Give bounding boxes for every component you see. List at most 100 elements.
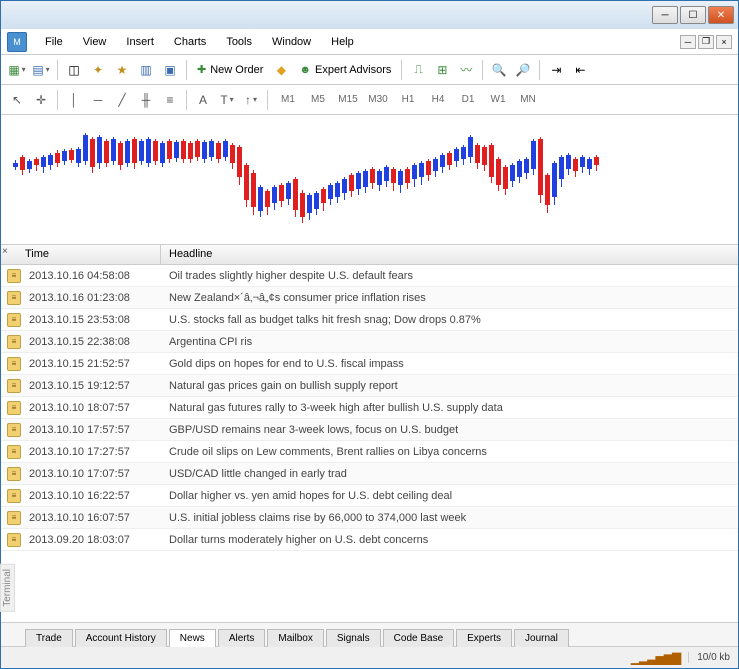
news-headline: U.S. initial jobless claims rise by 66,0… [161,512,738,524]
titlebar: ─ ☐ ✕ [1,1,738,29]
menu-charts[interactable]: Charts [164,33,216,51]
news-row[interactable]: ≡2013.10.10 16:07:57U.S. initial jobless… [1,507,738,529]
data-window-icon[interactable]: ▣ [160,60,180,80]
news-row[interactable]: ≡2013.09.20 18:03:07Dollar turns moderat… [1,529,738,551]
timeframe-d1[interactable]: D1 [454,91,482,109]
window-minimize-button[interactable]: ─ [652,6,678,24]
news-headline: U.S. stocks fall as budget talks hit fre… [161,314,738,326]
news-headline: GBP/USD remains near 3-week lows, focus … [161,424,738,436]
timeframe-h1[interactable]: H1 [394,91,422,109]
expert-advisors-button[interactable]: ☻ Expert Advisors [295,64,395,76]
menu-view[interactable]: View [73,33,117,51]
timeframe-h4[interactable]: H4 [424,91,452,109]
new-chart-icon[interactable]: ▦ [7,60,27,80]
menu-file[interactable]: File [35,33,73,51]
news-item-icon: ≡ [7,379,21,393]
tab-trade[interactable]: Trade [25,629,73,647]
tab-code-base[interactable]: Code Base [383,629,454,647]
text-label-icon[interactable]: T [217,90,237,110]
news-headline: Dollar higher vs. yen amid hopes for U.S… [161,490,738,502]
timeframe-m1[interactable]: M1 [274,91,302,109]
terminal-tabs: TradeAccount HistoryNewsAlertsMailboxSig… [1,622,738,646]
metaquotes-icon[interactable]: ◆ [271,60,291,80]
tester-icon[interactable]: ▥ [136,60,156,80]
news-row[interactable]: ≡2013.10.15 22:38:08Argentina CPI ris [1,331,738,353]
news-headline: Natural gas prices gain on bullish suppl… [161,380,738,392]
tab-mailbox[interactable]: Mailbox [267,629,323,647]
timeframe-m30[interactable]: M30 [364,91,392,109]
timeframe-m15[interactable]: M15 [334,91,362,109]
news-time: 2013.10.15 22:38:08 [25,336,161,348]
news-row[interactable]: ≡2013.10.16 01:23:08New Zealand×´â‚¬â„¢s… [1,287,738,309]
news-time: 2013.10.15 21:52:57 [25,358,161,370]
chart-shift-icon[interactable]: ⇤ [570,60,590,80]
crosshair-icon[interactable]: ✛ [31,90,51,110]
auto-scroll-icon[interactable]: ⇥ [546,60,566,80]
window-maximize-button[interactable]: ☐ [680,6,706,24]
standard-toolbar: ▦ ▤ ◫ ✦ ★ ▥ ▣ ✚ New Order ◆ ☻ Expert Adv… [1,55,738,85]
mdi-minimize-button[interactable]: ─ [680,35,696,49]
news-row[interactable]: ≡2013.10.10 17:57:57GBP/USD remains near… [1,419,738,441]
vertical-line-icon[interactable]: │ [64,90,84,110]
news-item-icon: ≡ [7,511,21,525]
mdi-close-button[interactable]: × [716,35,732,49]
zoom-in-icon[interactable]: 🔍 [489,60,509,80]
tab-signals[interactable]: Signals [326,629,381,647]
window-close-button[interactable]: ✕ [708,6,734,24]
channel-icon[interactable]: ╫ [136,90,156,110]
news-item-icon: ≡ [7,445,21,459]
terminal-icon[interactable]: ★ [112,60,132,80]
news-row[interactable]: ≡2013.10.10 16:22:57Dollar higher vs. ye… [1,485,738,507]
column-headline[interactable]: Headline [161,245,738,264]
mdi-restore-button[interactable]: ❐ [698,35,714,49]
profiles-icon[interactable]: ▤ [31,60,51,80]
menu-help[interactable]: Help [321,33,364,51]
menu-window[interactable]: Window [262,33,321,51]
tab-account-history[interactable]: Account History [75,629,167,647]
menu-insert[interactable]: Insert [116,33,164,51]
navigator-icon[interactable]: ✦ [88,60,108,80]
news-item-icon: ≡ [7,489,21,503]
arrows-icon[interactable]: ↑ [241,90,261,110]
news-row[interactable]: ≡2013.10.10 17:27:57Crude oil slips on L… [1,441,738,463]
tab-alerts[interactable]: Alerts [218,629,266,647]
tab-news[interactable]: News [169,629,216,647]
pane-close-icon[interactable]: × [2,246,12,256]
statusbar: ▁▂▃▅▆▇ 10/0 kb [1,646,738,668]
news-time: 2013.10.10 18:07:57 [25,402,161,414]
news-row[interactable]: ≡2013.10.10 17:07:57USD/CAD little chang… [1,463,738,485]
timeframe-m5[interactable]: M5 [304,91,332,109]
mdi-window-controls: ─ ❐ × [680,35,732,49]
traffic-indicator: 10/0 kb [688,652,730,663]
cursor-icon[interactable]: ↖ [7,90,27,110]
news-row[interactable]: ≡2013.10.15 19:12:57Natural gas prices g… [1,375,738,397]
menu-tools[interactable]: Tools [216,33,262,51]
new-order-button[interactable]: ✚ New Order [193,63,267,76]
horizontal-line-icon[interactable]: ─ [88,90,108,110]
timeframe-w1[interactable]: W1 [484,91,512,109]
tab-journal[interactable]: Journal [514,629,569,647]
bar-chart-icon[interactable]: ⎍ [408,60,428,80]
text-icon[interactable]: A [193,90,213,110]
trendline-icon[interactable]: ╱ [112,90,132,110]
news-row[interactable]: ≡2013.10.16 04:58:08Oil trades slightly … [1,265,738,287]
news-headline: Natural gas futures rally to 3-week high… [161,402,738,414]
news-item-icon: ≡ [7,533,21,547]
line-chart-icon[interactable]: 〰 [456,60,476,80]
fibonacci-icon[interactable]: ≡ [160,90,180,110]
chart-area[interactable] [1,115,738,245]
news-headline: Crude oil slips on Lew comments, Brent r… [161,446,738,458]
column-time[interactable]: Time [1,245,161,264]
news-item-icon: ≡ [7,313,21,327]
terminal-label: Terminal [0,564,15,612]
candle-chart-icon[interactable]: ⊞ [432,60,452,80]
timeframe-mn[interactable]: MN [514,91,542,109]
tab-experts[interactable]: Experts [456,629,512,647]
news-time: 2013.10.10 17:07:57 [25,468,161,480]
news-row[interactable]: ≡2013.10.15 21:52:57Gold dips on hopes f… [1,353,738,375]
news-item-icon: ≡ [7,335,21,349]
market-watch-icon[interactable]: ◫ [64,60,84,80]
zoom-out-icon[interactable]: 🔎 [513,60,533,80]
news-row[interactable]: ≡2013.10.10 18:07:57Natural gas futures … [1,397,738,419]
news-row[interactable]: ≡2013.10.15 23:53:08U.S. stocks fall as … [1,309,738,331]
